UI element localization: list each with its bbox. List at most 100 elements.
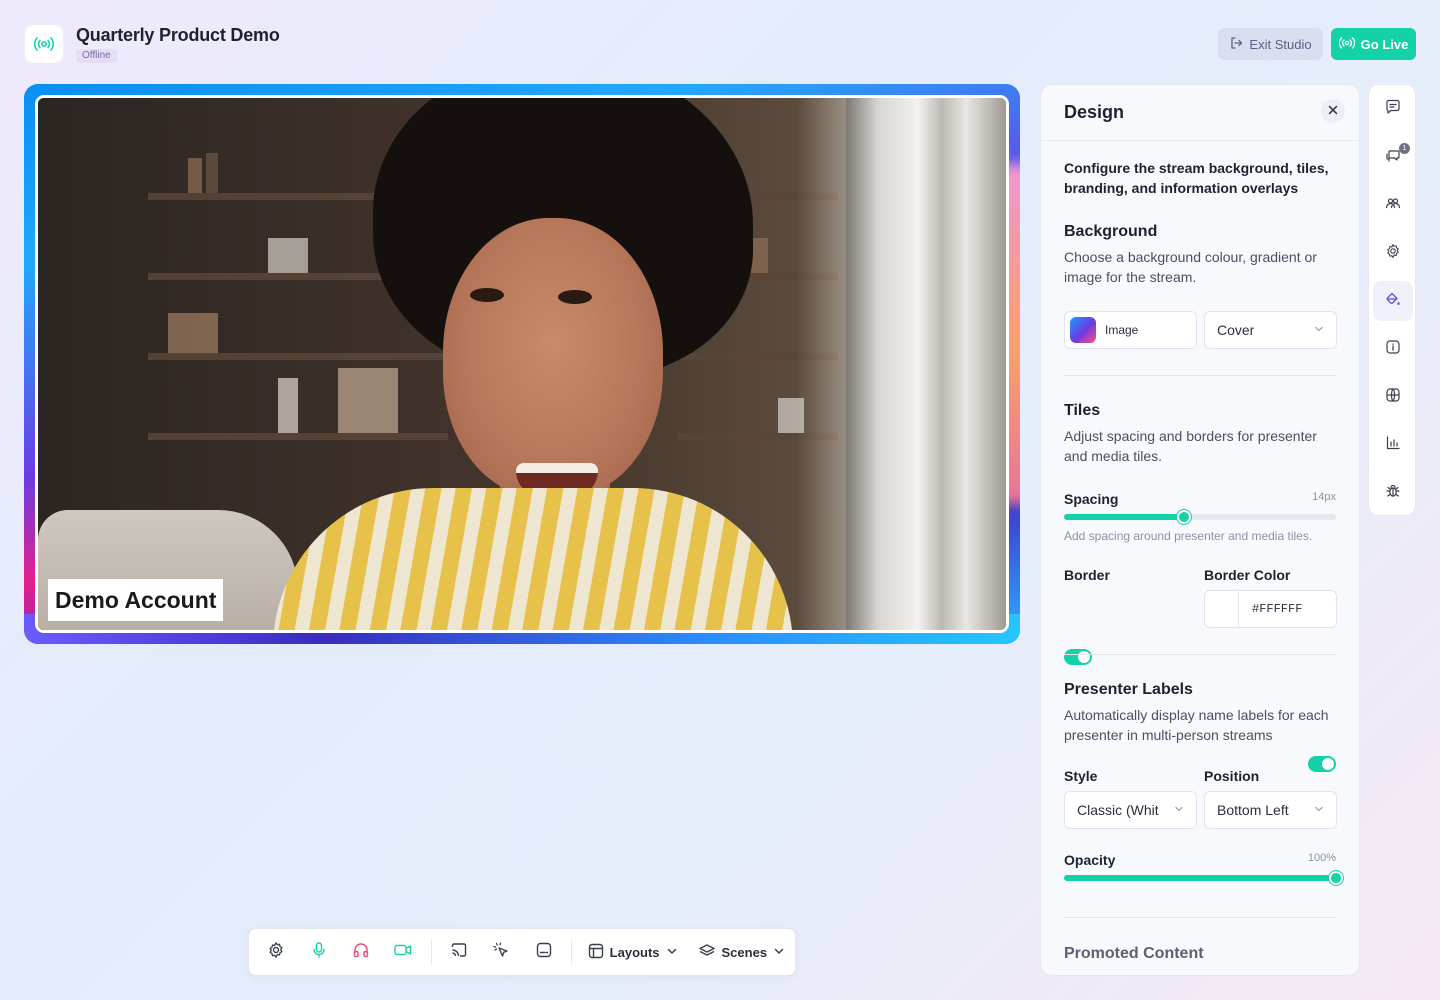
opacity-value: 100% [1307,852,1336,864]
shelf [148,353,448,360]
rail-design-button[interactable] [1373,281,1413,321]
panel-title: Design [1064,102,1125,122]
book [188,158,202,193]
label-position-value: Bottom Left [1217,802,1289,818]
bug-icon [1385,483,1401,504]
paint-bucket-icon [1385,291,1401,312]
opacity-label: Opacity [1064,852,1116,868]
headphones-icon [352,941,370,964]
scenes-label: Scenes [721,944,768,960]
spacing-hint: Add spacing around presenter and media t… [1064,529,1313,543]
border-label: Border [1064,567,1110,583]
background-type-label: Image [1105,323,1139,337]
headphones-button[interactable] [340,934,382,970]
comments-badge: 1 [1399,143,1410,154]
style-label: Style [1064,768,1098,784]
broadcast-icon [1338,36,1355,52]
camera-button[interactable] [382,934,424,970]
pointer-click-icon [492,941,510,964]
opacity-slider-thumb[interactable] [1329,871,1343,885]
position-label: Position [1204,768,1260,784]
chevron-down-icon [1174,801,1184,819]
rail-debug-button[interactable] [1373,473,1413,513]
vase [268,238,308,273]
section-divider [1064,375,1336,376]
exit-studio-button[interactable]: Exit Studio [1218,28,1323,60]
close-panel-button[interactable] [1321,99,1345,123]
exit-studio-label: Exit Studio [1249,36,1312,52]
gradient-swatch [1070,317,1096,343]
scenes-dropdown[interactable]: Scenes [688,934,796,970]
label-style-select[interactable]: Classic (Whit [1064,791,1197,829]
book [168,313,218,353]
go-live-label: Go Live [1360,36,1409,52]
captions-button[interactable] [522,934,564,970]
spacing-label: Spacing [1064,491,1119,507]
book [206,153,218,193]
label-position-select[interactable]: Bottom Left [1204,791,1337,829]
rail-web-button[interactable] [1373,377,1413,417]
camera-icon [393,941,413,964]
spacing-slider[interactable] [1064,510,1336,524]
exit-icon [1229,36,1243,53]
lamp [278,378,298,433]
spacing-slider-thumb[interactable] [1177,510,1191,524]
chat-icon [1385,99,1401,120]
rail-chat-button[interactable] [1373,89,1413,129]
panel-intro: Configure the stream background, tiles, … [1064,160,1329,196]
opacity-slider[interactable] [1064,871,1343,885]
presenter-name-label: Demo Account [48,579,224,621]
settings-button[interactable] [255,934,297,970]
presenter-labels-toggle[interactable] [1308,756,1336,772]
pointer-button[interactable] [480,934,522,970]
book [338,368,398,433]
background-section-title: Background [1064,223,1158,240]
border-toggle[interactable] [1064,649,1092,665]
info-icon [1385,339,1401,360]
layouts-label: Layouts [609,944,660,960]
presenter-labels-description: Automatically display name labels for ea… [1064,707,1329,743]
spacing-slider-fill [1064,514,1184,520]
go-live-button[interactable]: Go Live [1331,28,1416,60]
border-color-value: #FFFFFF [1252,602,1303,616]
design-panel: Design Configure the stream background, … [1040,84,1360,976]
chevron-down-icon [773,945,785,960]
stream-stage: Demo Account [24,84,1020,644]
close-icon [1328,102,1338,120]
shelf [148,433,448,440]
rail-analytics-button[interactable] [1373,425,1413,465]
rail-participants-button[interactable] [1373,185,1413,225]
page-title: Quarterly Product Demo [76,25,280,45]
promoted-content-section-title: Promoted Content [1064,945,1204,962]
studio-toolbar: Layouts Scenes [248,928,796,976]
participants-icon [1385,195,1401,216]
layers-icon [698,943,716,962]
presenter-shirt [273,488,793,630]
presenter-face [443,218,663,498]
analytics-icon [1385,435,1401,456]
section-divider [1064,917,1336,918]
chevron-down-icon [1314,321,1324,339]
tiles-section-description: Adjust spacing and borders for presenter… [1064,428,1317,464]
background-fit-select[interactable]: Cover [1204,311,1337,349]
panel-header: Design [1041,85,1359,141]
tiles-section-title: Tiles [1064,402,1101,419]
rail-comments-button[interactable]: 1 [1373,137,1413,177]
globe-icon [1385,387,1401,408]
presenter-video-tile[interactable]: Demo Account [35,95,1009,633]
settings-icon [1385,243,1401,264]
curtain [846,98,1006,630]
microphone-button[interactable] [297,934,339,970]
background-type-select[interactable]: Image [1064,311,1197,349]
presenter-eye [558,290,592,304]
section-divider [1064,654,1336,655]
presenter-eye [470,288,504,302]
caption-icon [535,941,553,964]
rail-settings-button[interactable] [1373,233,1413,273]
border-color-input[interactable]: #FFFFFF [1204,590,1337,628]
rail-info-button[interactable] [1373,329,1413,369]
cast-button[interactable] [438,934,480,970]
layouts-dropdown[interactable]: Layouts [578,934,688,970]
border-color-label: Border Color [1204,567,1291,583]
border-color-swatch [1205,591,1239,627]
